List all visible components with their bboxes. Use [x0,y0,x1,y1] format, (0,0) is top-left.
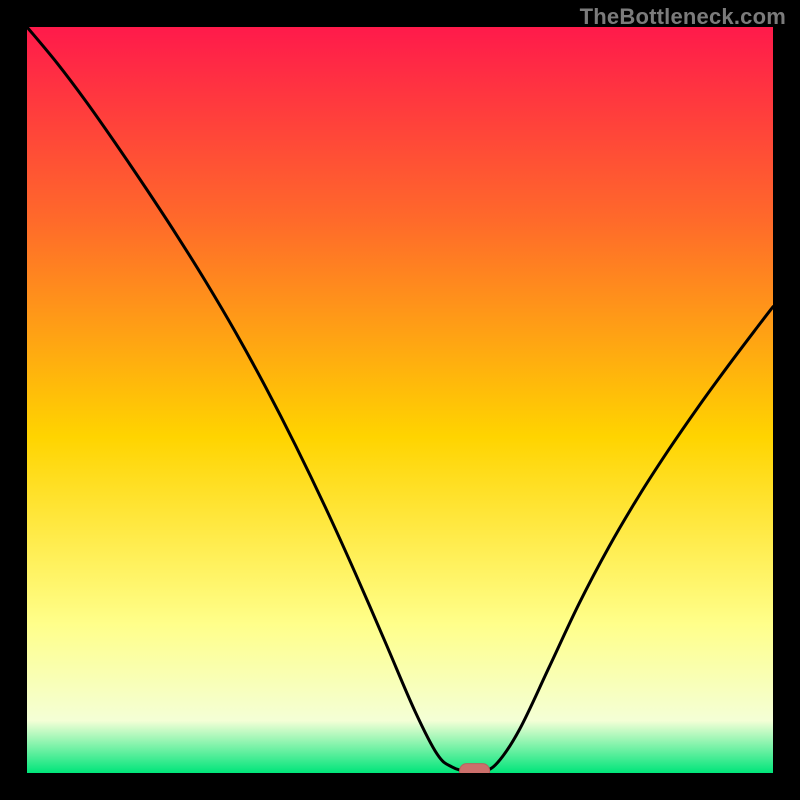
watermark-text: TheBottleneck.com [580,4,786,30]
plot-area [27,27,773,773]
plot-svg [27,27,773,773]
optimal-point-marker [460,764,490,773]
gradient-background [27,27,773,773]
chart-frame: TheBottleneck.com [0,0,800,800]
